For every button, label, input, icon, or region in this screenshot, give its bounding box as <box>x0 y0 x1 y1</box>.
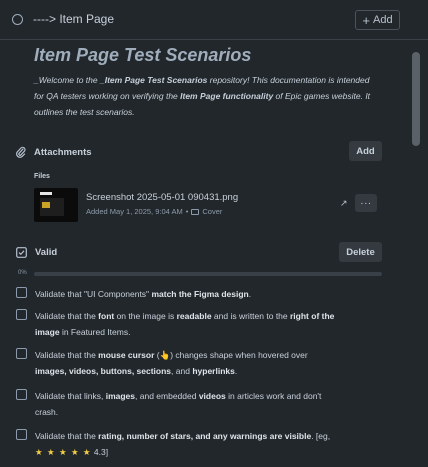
card-icon <box>191 208 200 215</box>
files-label: Files <box>34 173 50 180</box>
attachments-heading: Attachments <box>16 146 92 158</box>
item-text[interactable]: Validate that the rating, number of star… <box>35 428 335 460</box>
card-title[interactable]: ----> Item Page <box>33 12 114 26</box>
attachment-thumbnail[interactable] <box>34 188 78 222</box>
item-text[interactable]: Validate that links, images, and embedde… <box>35 388 335 420</box>
checkbox-icon <box>16 247 27 258</box>
add-button-top[interactable]: + Add <box>355 10 400 30</box>
card-header: ----> Item Page + Add <box>0 0 428 40</box>
attachment-name[interactable]: Screenshot 2025-05-01 090431.png <box>86 192 238 203</box>
item-text[interactable]: Validate that the mouse cursor (👆) chang… <box>35 347 335 379</box>
item-checkbox[interactable] <box>16 287 27 298</box>
checklist-heading: Valid <box>16 247 57 258</box>
progress-percent: 0% <box>18 270 27 276</box>
item-text[interactable]: Validate that the font on the image is r… <box>35 308 335 340</box>
pointer-hand-emoji: 👆 <box>159 350 171 360</box>
paperclip-icon <box>16 146 26 158</box>
item-checkbox[interactable] <box>16 309 27 320</box>
attachment-more-button[interactable]: ··· <box>355 194 377 212</box>
open-external-icon[interactable]: ↗ <box>340 198 348 209</box>
description-intro: _Welcome to the _Item Page Test Scenario… <box>34 75 371 117</box>
attachment-meta: Added May 1, 2025, 9:04 AM • Cover <box>86 207 223 216</box>
card-content: Item Page Test Scenarios _Welcome to the… <box>0 40 409 467</box>
item-checkbox[interactable] <box>16 389 27 400</box>
attachments-add-button[interactable]: Add <box>349 141 382 161</box>
item-checkbox[interactable] <box>16 348 27 359</box>
item-checkbox[interactable] <box>16 429 27 440</box>
description-title: Item Page Test Scenarios <box>34 45 252 65</box>
progress-bar <box>34 272 382 276</box>
rating-stars: ★ ★ ★ ★ ★ <box>35 447 92 457</box>
add-label: Add <box>373 14 393 26</box>
checklist-delete-button[interactable]: Delete <box>339 242 382 262</box>
plus-icon: + <box>362 12 370 28</box>
cover-link[interactable]: Cover <box>202 207 222 216</box>
scrollbar-thumb[interactable] <box>412 52 420 146</box>
scrollbar[interactable] <box>409 40 428 467</box>
circle-icon[interactable] <box>12 14 23 25</box>
item-text[interactable]: Validate that "UI Components" match the … <box>35 286 335 302</box>
